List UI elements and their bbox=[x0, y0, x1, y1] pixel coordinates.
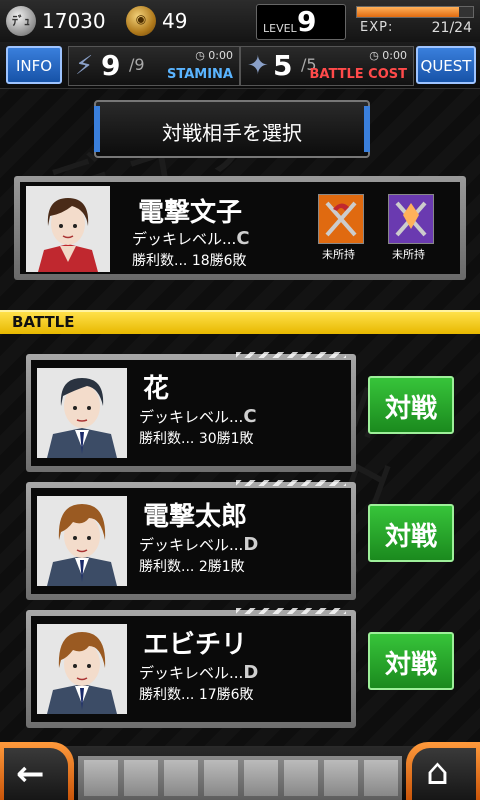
fight-button[interactable]: 対戦 bbox=[368, 504, 454, 562]
opponent-win-record: 勝利数... 30勝1敗 bbox=[139, 431, 254, 447]
battle-cost-current: 5 bbox=[273, 49, 293, 82]
item-status-label: 未所持 bbox=[392, 248, 425, 261]
stamina-max: /9 bbox=[129, 55, 145, 74]
info-button[interactable]: INFO bbox=[6, 46, 62, 84]
exp-label: EXP: bbox=[360, 20, 394, 35]
level-value: 9 bbox=[297, 5, 317, 38]
player-deck-level: デッキレベル...C bbox=[132, 228, 250, 249]
battle-cost-timer: ◷ 0:00 bbox=[369, 49, 407, 62]
opponent-win-record: 勝利数... 17勝6敗 bbox=[139, 687, 254, 703]
opponent-card: 電撃太郎 デッキレベル...D 勝利数... 2勝1敗 bbox=[26, 480, 356, 600]
player-avatar bbox=[26, 186, 110, 272]
stamina-panel: ⚡ 9 /9 ◷ 0:00 STAMINA bbox=[68, 46, 240, 86]
opponent-deck-level: デッキレベル...D bbox=[139, 662, 259, 683]
item-status-label: 未所持 bbox=[322, 248, 355, 261]
gold-coin-icon: ◉ bbox=[126, 6, 156, 36]
battle-section-title: BATTLE bbox=[12, 313, 75, 331]
exp-indicator: EXP: 21/24 bbox=[356, 4, 476, 38]
stamina-current: 9 bbox=[101, 49, 121, 82]
opponent-deck-level: デッキレベル...D bbox=[139, 534, 259, 555]
back-arrow-icon: ← bbox=[16, 754, 45, 794]
opponent-avatar bbox=[37, 624, 127, 714]
fight-button[interactable]: 対戦 bbox=[368, 632, 454, 690]
lightning-icon: ⚡ bbox=[75, 51, 94, 81]
home-icon: ⌂ bbox=[426, 752, 449, 793]
exp-value: 21/24 bbox=[431, 20, 472, 36]
silver-coin-icon: ﾃﾞｭ bbox=[6, 6, 36, 36]
opponent-win-record: 勝利数... 2勝1敗 bbox=[139, 559, 245, 575]
opponent-name: 電撃太郎 bbox=[143, 502, 248, 532]
opponent-deck-rank: D bbox=[243, 534, 259, 555]
opponent-deck-level: デッキレベル...C bbox=[139, 406, 257, 427]
shield-crystal-icon[interactable] bbox=[388, 194, 434, 244]
top-status-bar: ﾃﾞｭ 17030 ◉ 49 LEVEL 9 EXP: 21/24 bbox=[0, 0, 480, 43]
opponent-name: エビチリ bbox=[143, 630, 248, 660]
battle-cost-label: BATTLE COST bbox=[309, 67, 407, 82]
level-label: LEVEL bbox=[263, 22, 297, 35]
level-indicator: LEVEL 9 bbox=[256, 4, 346, 40]
opponent-name: 花 bbox=[143, 374, 170, 404]
opponent-card: エビチリ デッキレベル...D 勝利数... 17勝6敗 bbox=[26, 608, 356, 728]
nav-middle-strip bbox=[78, 756, 402, 800]
gold-coin-count: 49 bbox=[162, 9, 188, 33]
sword-icon: ✦ bbox=[247, 51, 269, 81]
home-button[interactable]: ⌂ bbox=[406, 742, 480, 800]
stamina-timer: ◷ 0:00 bbox=[195, 49, 233, 62]
opponent-avatar bbox=[37, 496, 127, 586]
back-button[interactable]: ← bbox=[0, 742, 74, 800]
battle-section-header: BATTLE bbox=[0, 310, 480, 334]
opponent-deck-rank: D bbox=[243, 662, 259, 683]
stamina-label: STAMINA bbox=[167, 67, 233, 82]
player-deck-rank: C bbox=[236, 228, 250, 249]
opponent-avatar bbox=[37, 368, 127, 458]
exp-bar-fill bbox=[357, 7, 459, 17]
player-name: 電撃文子 bbox=[138, 198, 243, 228]
battle-cost-panel: ✦ 5 /5 ◷ 0:00 BATTLE COST bbox=[240, 46, 414, 86]
page-title: 対戦相手を選択 bbox=[162, 121, 302, 145]
exp-bar bbox=[356, 6, 474, 18]
hammer-sickle-icon[interactable] bbox=[318, 194, 364, 244]
opponent-card: 花 デッキレベル...C 勝利数... 30勝1敗 bbox=[26, 352, 356, 472]
silver-coin-count: 17030 bbox=[42, 9, 106, 33]
fight-button[interactable]: 対戦 bbox=[368, 376, 454, 434]
page-title-box: 対戦相手を選択 bbox=[94, 100, 370, 158]
player-card: 電撃文子 デッキレベル...C 勝利数... 18勝6敗 未所持 未所持 bbox=[14, 176, 466, 280]
opponent-deck-rank: C bbox=[243, 406, 257, 427]
player-win-record: 勝利数... 18勝6敗 bbox=[132, 253, 247, 269]
resource-bar: INFO ⚡ 9 /9 ◷ 0:00 STAMINA ✦ 5 /5 ◷ 0:00… bbox=[0, 42, 480, 89]
quest-button[interactable]: QUEST bbox=[416, 46, 476, 84]
